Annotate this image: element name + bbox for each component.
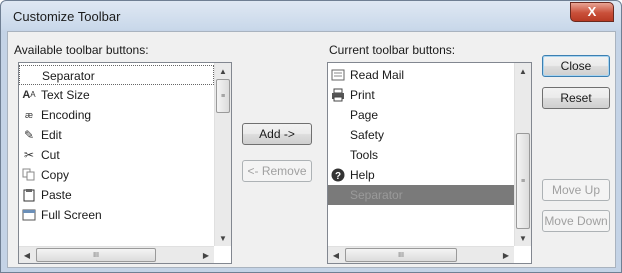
list-item-paste[interactable]: Paste: [19, 185, 214, 205]
close-button[interactable]: Close: [542, 55, 610, 77]
scroll-up-arrow-icon[interactable]: ▲: [515, 63, 531, 79]
dialog-title: Customize Toolbar: [13, 9, 121, 24]
customize-toolbar-dialog: Customize Toolbar X Available toolbar bu…: [0, 0, 622, 273]
scroll-left-arrow-icon[interactable]: ◀: [19, 247, 35, 263]
close-icon: X: [587, 4, 597, 19]
title-bar: Customize Toolbar X: [1, 1, 621, 31]
current-buttons-list[interactable]: Read Mail Print Page Safety Tools ? Help…: [327, 62, 532, 264]
list-item-cut[interactable]: ✂ Cut: [19, 145, 214, 165]
horizontal-scroll-thumb[interactable]: III: [345, 248, 457, 262]
available-horizontal-scrollbar[interactable]: ◀ III ▶: [19, 246, 214, 263]
list-item-help[interactable]: ? Help: [328, 165, 514, 185]
list-item-separator-selected[interactable]: Separator: [328, 185, 514, 205]
read-mail-icon: [331, 68, 345, 82]
list-item-safety[interactable]: Safety: [328, 125, 514, 145]
remove-button[interactable]: <- Remove: [242, 160, 312, 182]
text-size-icon: AA: [22, 89, 36, 101]
move-up-button[interactable]: Move Up: [542, 179, 610, 201]
scroll-left-arrow-icon[interactable]: ◀: [328, 247, 344, 263]
dialog-body: Available toolbar buttons: Separator AA …: [7, 31, 616, 268]
list-item-edit[interactable]: ✎ Edit: [19, 125, 214, 145]
list-item-separator[interactable]: Separator: [19, 65, 214, 85]
list-item-tools[interactable]: Tools: [328, 145, 514, 165]
reset-button[interactable]: Reset: [542, 87, 610, 109]
edit-pencil-icon: ✎: [23, 128, 35, 142]
scroll-down-arrow-icon[interactable]: ▼: [215, 230, 231, 246]
vertical-scroll-thumb[interactable]: ≡: [516, 133, 530, 229]
list-item-page[interactable]: Page: [328, 105, 514, 125]
scissors-icon: ✂: [23, 148, 35, 162]
scroll-down-arrow-icon[interactable]: ▼: [515, 230, 531, 246]
printer-icon: [331, 88, 345, 102]
available-vertical-scrollbar[interactable]: ▲ ≡ ▼: [214, 63, 231, 246]
scroll-right-arrow-icon[interactable]: ▶: [498, 247, 514, 263]
current-buttons-label: Current toolbar buttons:: [329, 43, 456, 57]
list-item-text-size[interactable]: AA Text Size: [19, 85, 214, 105]
scroll-up-arrow-icon[interactable]: ▲: [215, 63, 231, 79]
available-buttons-label: Available toolbar buttons:: [14, 43, 149, 57]
scroll-right-arrow-icon[interactable]: ▶: [198, 247, 214, 263]
svg-text:?: ?: [335, 171, 341, 182]
current-vertical-scrollbar[interactable]: ▲ ≡ ▼: [514, 63, 531, 246]
move-down-button[interactable]: Move Down: [542, 210, 610, 232]
list-item-full-screen[interactable]: Full Screen: [19, 205, 214, 225]
vertical-scroll-thumb[interactable]: ≡: [216, 79, 230, 113]
current-horizontal-scrollbar[interactable]: ◀ III ▶: [328, 246, 514, 263]
add-button[interactable]: Add ->: [242, 123, 312, 145]
list-item-print[interactable]: Print: [328, 85, 514, 105]
list-item-encoding[interactable]: æ Encoding: [19, 105, 214, 125]
encoding-icon: æ: [24, 110, 33, 120]
help-icon: ?: [331, 168, 345, 182]
paste-icon: [22, 188, 36, 202]
full-screen-icon: [22, 208, 36, 222]
window-close-button[interactable]: X: [570, 2, 614, 22]
copy-icon: [22, 168, 36, 182]
list-item-read-mail[interactable]: Read Mail: [328, 65, 514, 85]
list-item-copy[interactable]: Copy: [19, 165, 214, 185]
available-buttons-list[interactable]: Separator AA Text Size æ Encoding ✎ Edit…: [18, 62, 232, 264]
horizontal-scroll-thumb[interactable]: III: [36, 248, 156, 262]
